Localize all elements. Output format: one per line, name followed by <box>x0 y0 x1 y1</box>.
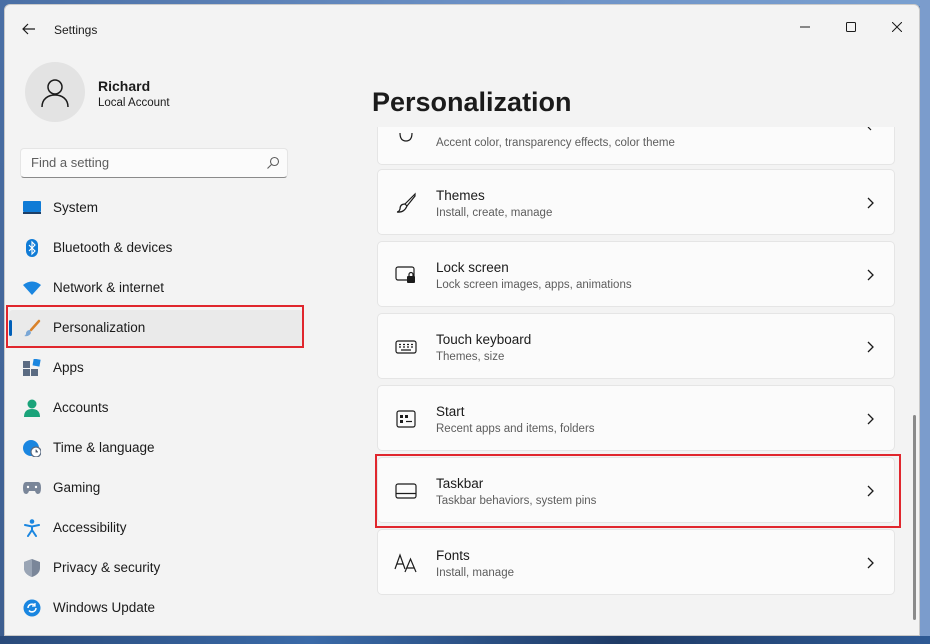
accessibility-icon <box>23 519 41 537</box>
sidebar-item-personalization[interactable]: Personalization <box>9 310 303 346</box>
back-button[interactable] <box>19 19 39 39</box>
lock-screen-icon <box>394 264 418 286</box>
user-icon <box>41 79 69 108</box>
chevron-right-icon <box>867 557 874 569</box>
sidebar-item-label: Network & internet <box>53 280 165 295</box>
card-description: Lock screen images, apps, animations <box>436 279 632 291</box>
person-icon <box>23 399 41 417</box>
start-icon <box>394 408 418 430</box>
scrollbar[interactable] <box>913 415 916 620</box>
search-icon <box>267 156 280 169</box>
touch-keyboard-card[interactable]: Touch keyboard Themes, size <box>377 313 895 379</box>
close-button[interactable] <box>874 11 919 43</box>
brush-outline-icon <box>394 192 418 214</box>
wifi-icon <box>23 279 41 297</box>
taskbar-icon <box>394 480 418 502</box>
brush-icon <box>23 319 41 337</box>
close-icon <box>892 22 902 32</box>
bluetooth-icon <box>23 239 41 257</box>
card-title: Lock screen <box>436 260 509 275</box>
sidebar-item-label: Accessibility <box>53 520 127 535</box>
sidebar-item-label: Windows Update <box>53 600 156 615</box>
minimize-icon <box>800 26 810 28</box>
maximize-button[interactable] <box>828 11 874 43</box>
start-card[interactable]: Start Recent apps and items, folders <box>377 385 895 451</box>
maximize-icon <box>846 22 856 32</box>
card-title: Fonts <box>436 548 470 563</box>
fonts-card[interactable]: Fonts Install, manage <box>377 529 895 595</box>
account-type: Local Account <box>98 97 170 109</box>
sidebar-item-accounts[interactable]: Accounts <box>9 390 303 426</box>
system-icon <box>23 199 41 217</box>
sidebar-item-windows-update[interactable]: Windows Update <box>9 590 303 626</box>
minimize-button[interactable] <box>782 11 828 43</box>
user-name: Richard <box>98 78 151 94</box>
card-description: Install, create, manage <box>436 207 553 219</box>
sidebar-item-label: System <box>53 200 99 215</box>
search-input[interactable] <box>31 155 251 170</box>
sidebar-item-label: Gaming <box>53 480 101 495</box>
chevron-right-icon <box>867 485 874 497</box>
search-box[interactable] <box>20 148 288 178</box>
sidebar-item-bluetooth-devices[interactable]: Bluetooth & devices <box>9 230 303 266</box>
sidebar-item-label: Time & language <box>53 440 155 455</box>
sidebar-item-accessibility[interactable]: Accessibility <box>9 510 303 546</box>
avatar[interactable] <box>25 62 85 122</box>
gamepad-icon <box>23 479 41 497</box>
sidebar-item-label: Bluetooth & devices <box>53 240 173 255</box>
desktop-background-right <box>920 0 930 644</box>
sidebar-item-gaming[interactable]: Gaming <box>9 470 303 506</box>
card-description: Accent color, transparency effects, colo… <box>436 137 675 149</box>
apps-icon <box>23 359 41 377</box>
sidebar-item-network-internet[interactable]: Network & internet <box>9 270 303 306</box>
card-description: Install, manage <box>436 567 514 579</box>
card-title: Themes <box>436 188 485 203</box>
chevron-right-icon <box>867 127 872 131</box>
desktop-background-bottom <box>0 636 930 644</box>
fonts-icon <box>394 552 418 574</box>
sidebar-item-apps[interactable]: Apps <box>9 350 303 386</box>
sidebar-item-time-language[interactable]: Time & language <box>9 430 303 466</box>
chevron-right-icon <box>867 341 874 353</box>
card-title: Touch keyboard <box>436 332 532 347</box>
update-icon <box>23 599 41 617</box>
chevron-right-icon <box>867 413 874 425</box>
taskbar-card[interactable]: Taskbar Taskbar behaviors, system pins <box>377 457 895 523</box>
app-title: Settings <box>54 23 98 37</box>
sidebar-item-label: Personalization <box>53 320 146 335</box>
chevron-right-icon <box>867 269 874 281</box>
card-description: Recent apps and items, folders <box>436 423 595 435</box>
palette-icon <box>394 127 418 149</box>
card-description: Themes, size <box>436 351 505 363</box>
chevron-right-icon <box>867 197 874 209</box>
sidebar-item-label: Privacy & security <box>53 560 161 575</box>
keyboard-icon <box>394 336 418 358</box>
sidebar-item-privacy-security[interactable]: Privacy & security <box>9 550 303 586</box>
themes-card[interactable]: Themes Install, create, manage <box>377 169 895 235</box>
colors-card[interactable]: Accent color, transparency effects, colo… <box>377 127 895 165</box>
shield-icon <box>23 559 41 577</box>
back-arrow-icon <box>22 23 35 35</box>
settings-window: Settings Richard Local Account System Bl… <box>4 4 920 636</box>
sidebar-item-system[interactable]: System <box>9 190 303 226</box>
sidebar-item-label: Accounts <box>53 400 109 415</box>
title-bar: Settings <box>5 5 919 51</box>
sidebar-item-label: Apps <box>53 360 84 375</box>
card-title: Start <box>436 404 465 419</box>
lock-screen-card[interactable]: Lock screen Lock screen images, apps, an… <box>377 241 895 307</box>
card-description: Taskbar behaviors, system pins <box>436 495 597 507</box>
page-title: Personalization <box>372 87 572 117</box>
card-title: Taskbar <box>436 476 484 491</box>
globe-clock-icon <box>23 439 41 457</box>
